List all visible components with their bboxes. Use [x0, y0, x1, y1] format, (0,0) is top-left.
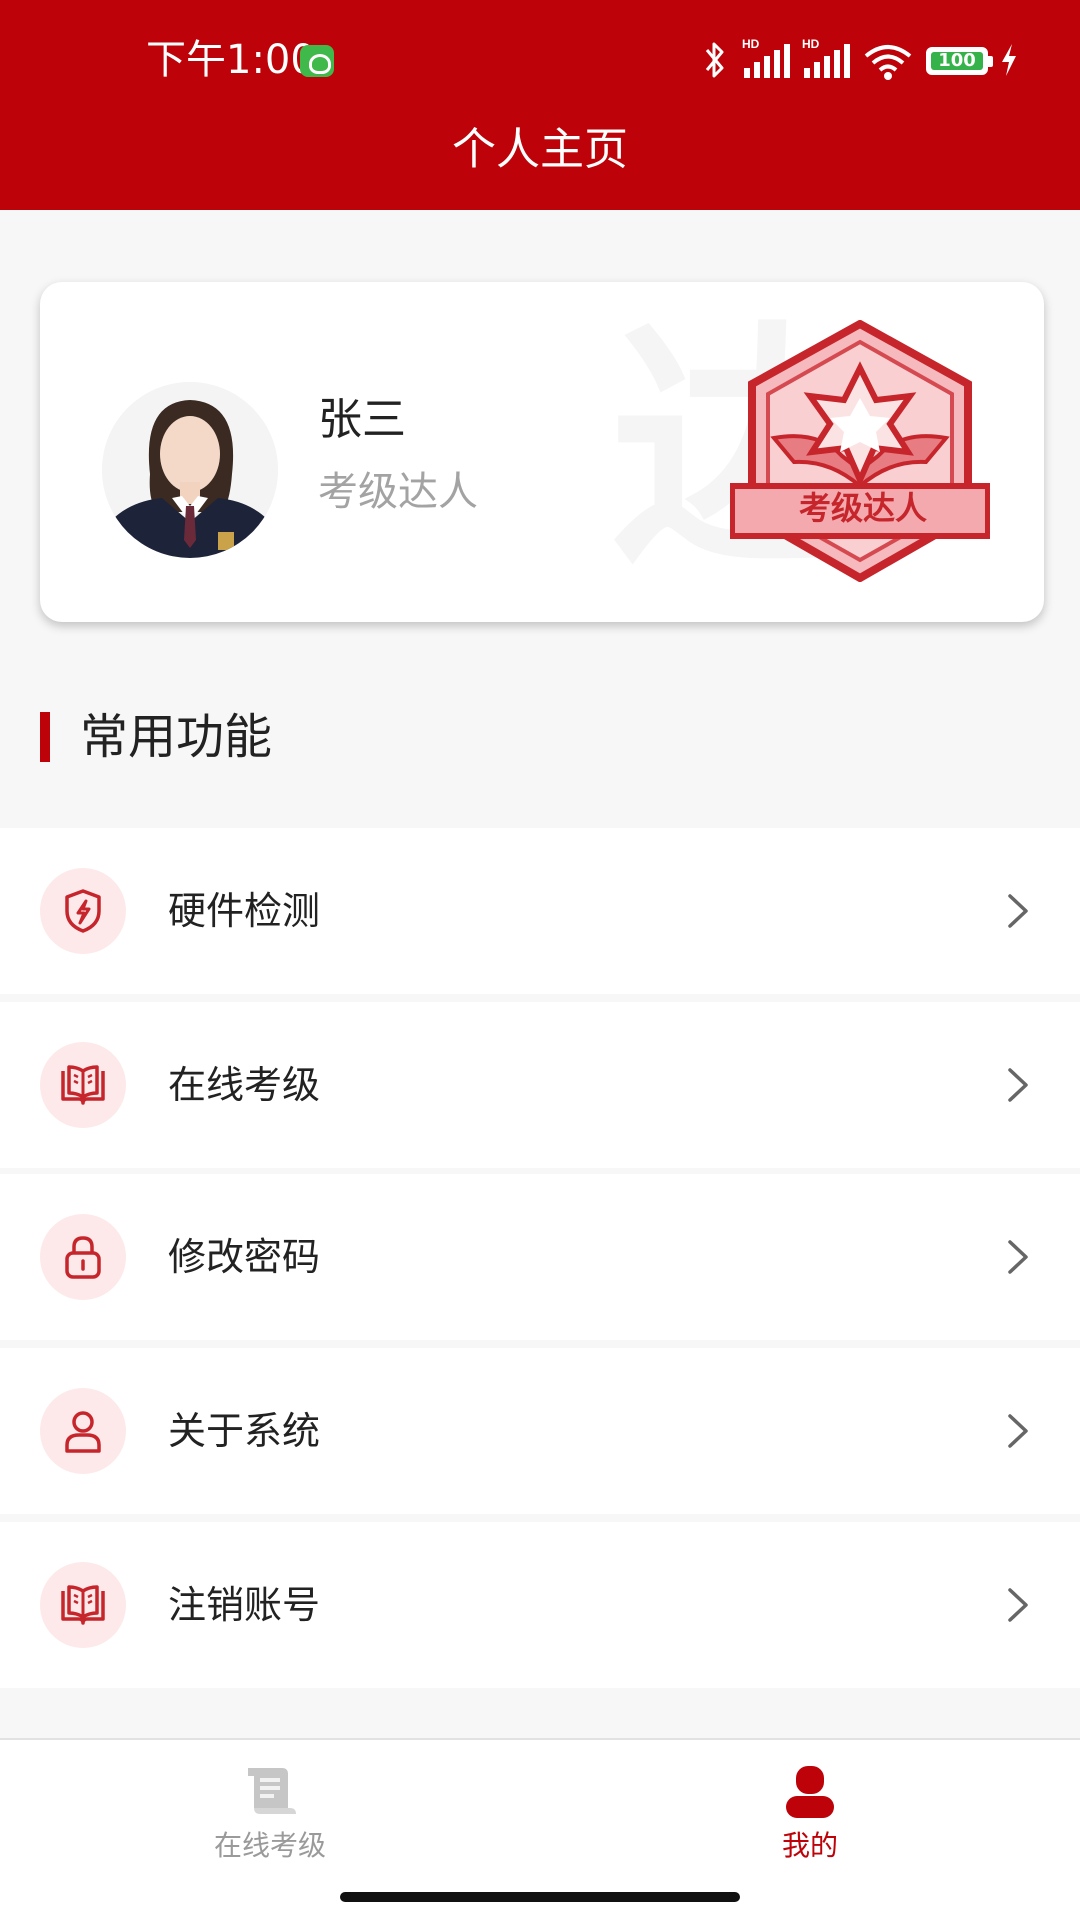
status-time: 下午1:00 — [146, 37, 316, 83]
lock-icon — [65, 1236, 101, 1279]
menu-item-change-password[interactable]: 修改密码 — [0, 1174, 1080, 1340]
menu-item-hardware-check[interactable]: 硬件检测 — [0, 828, 1080, 994]
wifi-icon — [864, 45, 912, 80]
avatar-image — [102, 382, 278, 558]
shield-lightning-icon — [65, 889, 101, 933]
user-icon — [65, 1411, 101, 1453]
avatar[interactable] — [102, 382, 278, 558]
battery-level: 100 — [931, 52, 983, 70]
menu-item-label: 修改密码 — [168, 1235, 321, 1279]
menu-icon-bg — [40, 868, 126, 954]
section-title: 常用功能 — [80, 709, 273, 765]
signal-strength-icon: HD — [802, 37, 850, 78]
status-bar: 下午1:00 HD HD 100 — [0, 0, 1080, 118]
scroll-icon — [248, 1768, 296, 1814]
menu-item-label: 关于系统 — [168, 1409, 321, 1453]
user-title: 考级达人 — [318, 469, 478, 515]
home-indicator[interactable] — [340, 1892, 740, 1902]
svg-text:HD: HD — [802, 37, 820, 51]
menu-item-label: 注销账号 — [168, 1583, 321, 1627]
achievement-badge: 考级达人 — [729, 319, 991, 583]
menu-icon-bg — [40, 1388, 126, 1474]
tab-mine[interactable]: 我的 — [540, 1740, 1080, 1890]
section-accent-bar — [40, 712, 50, 762]
app-root: 下午1:00 HD HD 100 个人主页 达 张三 考级达人 考级达人 常用功… — [0, 0, 1080, 1920]
signal-strength-icon: HD — [742, 37, 790, 78]
menu-icon-bg — [40, 1042, 126, 1128]
book-open-icon — [61, 1065, 105, 1105]
menu-item-about-system[interactable]: 关于系统 — [0, 1348, 1080, 1514]
tab-label: 我的 — [781, 1829, 838, 1862]
book-open-icon — [61, 1585, 105, 1625]
charging-icon — [1002, 44, 1016, 76]
chevron-right-icon — [1008, 1588, 1028, 1622]
menu-item-delete-account[interactable]: 注销账号 — [0, 1522, 1080, 1688]
profile-card[interactable]: 达人 张三 考级达人 考级达人 — [40, 282, 1044, 622]
menu-item-label: 硬件检测 — [168, 889, 321, 933]
tab-label: 在线考级 — [213, 1829, 326, 1862]
menu-icon-bg — [40, 1562, 126, 1648]
tab-online-exam[interactable]: 在线考级 — [0, 1740, 540, 1890]
svg-text:HD: HD — [742, 37, 760, 51]
badge-icon — [729, 319, 991, 583]
menu-item-online-exam[interactable]: 在线考级 — [0, 1002, 1080, 1168]
app-notification-icon — [300, 45, 334, 77]
chevron-right-icon — [1008, 1414, 1028, 1448]
bluetooth-icon — [705, 42, 724, 78]
menu-icon-bg — [40, 1214, 126, 1300]
chevron-right-icon — [1008, 1240, 1028, 1274]
menu-item-label: 在线考级 — [168, 1063, 321, 1107]
profile-icon — [786, 1766, 834, 1818]
chevron-right-icon — [1008, 894, 1028, 928]
page-title: 个人主页 — [452, 124, 628, 175]
badge-label: 考级达人 — [798, 489, 927, 527]
user-name: 张三 — [318, 394, 406, 445]
header: 下午1:00 HD HD 100 个人主页 — [0, 0, 1080, 210]
battery-icon: 100 — [926, 47, 993, 75]
chevron-right-icon — [1008, 1068, 1028, 1102]
